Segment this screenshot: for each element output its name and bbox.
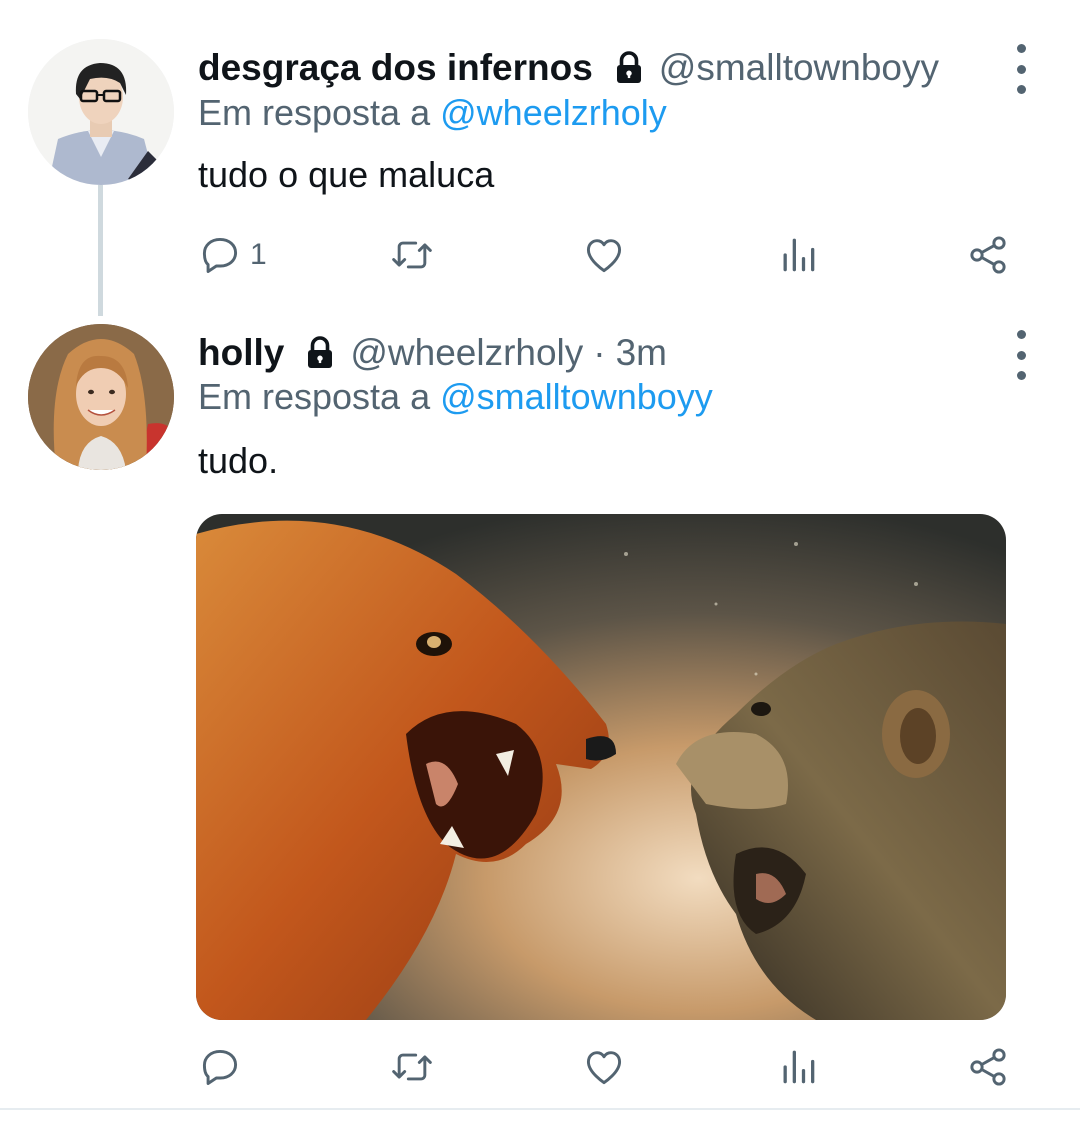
action-bar — [0, 1042, 1080, 1092]
more-icon[interactable] — [1006, 44, 1036, 94]
views-button[interactable] — [776, 230, 820, 280]
reply-to-link[interactable]: @smalltownboyy — [440, 376, 713, 417]
divider — [0, 1108, 1080, 1110]
like-button[interactable] — [582, 230, 626, 280]
share-button[interactable] — [966, 230, 1010, 280]
timestamp[interactable]: 3m — [616, 332, 667, 374]
reply-count: 1 — [250, 238, 267, 271]
reply-to-link[interactable]: @wheelzrholy — [440, 92, 667, 133]
display-name[interactable]: holly — [198, 332, 284, 374]
views-button[interactable] — [776, 1042, 820, 1092]
retweet-button[interactable] — [390, 230, 434, 280]
tweet[interactable]: holly @wheelzrholy · 3m Em resposta a @s… — [0, 312, 1080, 1110]
retweet-icon — [392, 241, 432, 269]
reply-prefix: Em resposta a — [198, 376, 431, 417]
avatar[interactable] — [28, 39, 174, 185]
handle[interactable]: @wheelzrholy — [350, 332, 583, 374]
views-icon — [783, 238, 815, 272]
reply-context: Em resposta a @smalltownboyy — [198, 376, 713, 418]
tweet[interactable]: desgraça dos infernos @smalltownboyy Em … — [0, 0, 1080, 316]
reply-prefix: Em resposta a — [198, 92, 431, 133]
reply-icon — [202, 1049, 238, 1085]
more-icon[interactable] — [1006, 330, 1036, 380]
tweet-media-image[interactable] — [196, 514, 1006, 1020]
tweet-header: holly @wheelzrholy · 3m — [198, 325, 667, 381]
reply-context: Em resposta a @wheelzrholy — [198, 92, 667, 134]
lock-icon — [308, 336, 333, 368]
tweet-text: tudo o que maluca — [198, 154, 495, 195]
action-bar: 1 — [0, 230, 1080, 280]
like-icon — [586, 1051, 622, 1085]
like-icon — [586, 239, 622, 273]
share-icon — [970, 236, 1006, 274]
like-button[interactable] — [582, 1042, 626, 1092]
reply-icon — [202, 237, 238, 273]
handle[interactable]: @smalltownboyy — [659, 47, 939, 89]
share-icon — [970, 1048, 1006, 1086]
views-icon — [783, 1050, 815, 1084]
avatar[interactable] — [28, 324, 174, 470]
separator: · — [593, 332, 606, 373]
share-button[interactable] — [966, 1042, 1010, 1092]
reply-button[interactable] — [198, 1042, 242, 1092]
retweet-icon — [392, 1053, 432, 1081]
display-name[interactable]: desgraça dos infernos — [198, 47, 593, 89]
lock-icon — [616, 51, 641, 83]
tweet-text: tudo. — [198, 440, 279, 481]
retweet-button[interactable] — [390, 1042, 434, 1092]
reply-button[interactable]: 1 — [198, 230, 267, 280]
tweet-header: desgraça dos infernos @smalltownboyy — [198, 40, 998, 96]
